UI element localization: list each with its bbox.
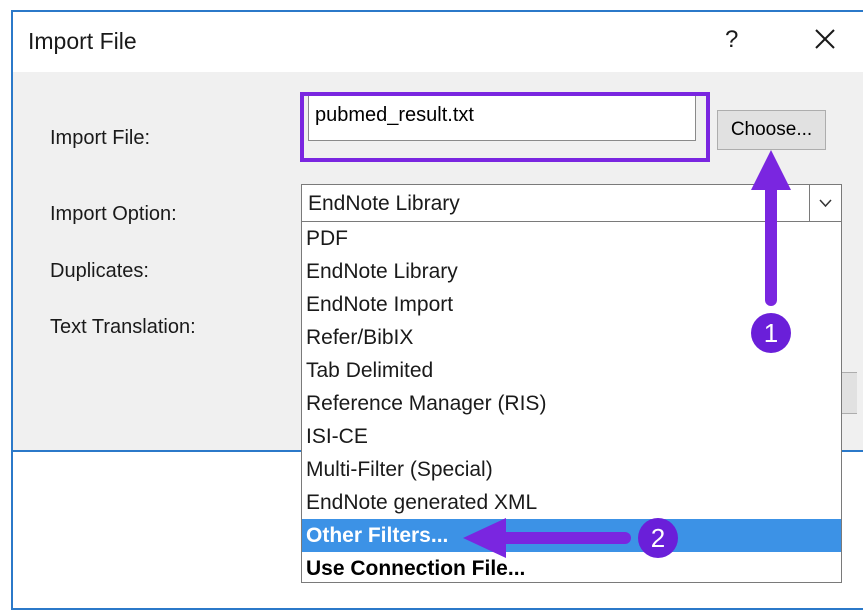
arrow-up-head xyxy=(751,150,791,190)
annotation-overlay xyxy=(463,150,791,558)
step-badge-2: 2 xyxy=(638,518,678,558)
arrow-left-head xyxy=(463,518,506,558)
step-badge-1: 1 xyxy=(751,313,791,353)
